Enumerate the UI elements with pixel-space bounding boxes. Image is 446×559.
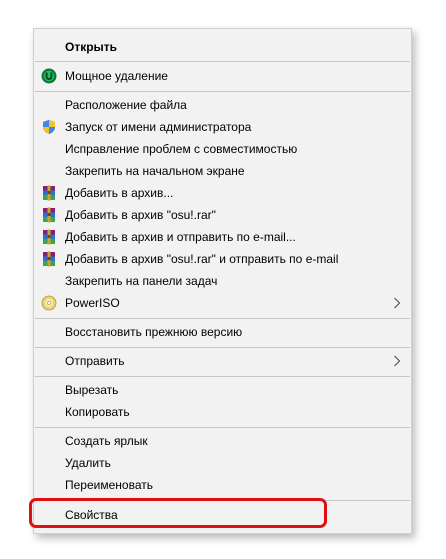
menu-separator [35, 427, 410, 428]
menu-item-add-to-archive-and-email[interactable]: Добавить в архив и отправить по e-mail..… [34, 226, 411, 248]
menu-item-label: Закрепить на панели задач [65, 274, 218, 288]
menu-item-add-to-osu-rar-and-email[interactable]: Добавить в архив "osu!.rar" и отправить … [34, 248, 411, 270]
menu-item-poweriso[interactable]: PowerISO [34, 292, 411, 314]
menu-separator [35, 318, 410, 319]
menu-item-pin-to-start[interactable]: Закрепить на начальном экране [34, 160, 411, 182]
menu-item-label: Расположение файла [65, 98, 187, 112]
winrar-icon [43, 251, 55, 267]
menu-item-pin-to-taskbar[interactable]: Закрепить на панели задач [34, 270, 411, 292]
menu-item-add-to-osu-rar[interactable]: Добавить в архив "osu!.rar" [34, 204, 411, 226]
chevron-right-icon [394, 355, 401, 367]
menu-item-label: Мощное удаление [65, 69, 168, 83]
menu-separator [35, 91, 410, 92]
menu-item-label: Закрепить на начальном экране [65, 164, 245, 178]
menu-item-cut[interactable]: Вырезать [34, 379, 411, 401]
menu-item-label: Вырезать [65, 383, 119, 397]
menu-item-rename[interactable]: Переименовать [34, 474, 411, 496]
menu-item-label: Исправление проблем с совместимостью [65, 142, 298, 156]
menu-item-label: Запуск от имени администратора [65, 120, 252, 134]
menu-item-delete[interactable]: Удалить [34, 452, 411, 474]
menu-item-file-location[interactable]: Расположение файла [34, 94, 411, 116]
menu-separator [35, 347, 410, 348]
menu-item-powerful-uninstall[interactable]: Мощное удаление [34, 65, 411, 87]
uninstaller-icon [41, 68, 57, 84]
menu-item-label: Удалить [65, 456, 111, 470]
menu-item-label: Переименовать [65, 478, 153, 492]
uac-shield-icon [43, 120, 55, 134]
menu-separator [35, 61, 410, 62]
menu-item-label: Добавить в архив "osu!.rar" [65, 208, 216, 222]
context-menu: Открыть Мощное удаление Расположение фай… [33, 28, 412, 534]
menu-item-copy[interactable]: Копировать [34, 401, 411, 423]
winrar-icon [43, 207, 55, 223]
menu-item-label: Добавить в архив "osu!.rar" и отправить … [65, 252, 339, 266]
chevron-right-icon [394, 297, 401, 309]
menu-item-create-shortcut[interactable]: Создать ярлык [34, 430, 411, 452]
winrar-icon [43, 185, 55, 201]
poweriso-icon [41, 295, 57, 311]
winrar-icon [43, 229, 55, 245]
menu-item-label: Отправить [65, 354, 125, 368]
menu-separator [35, 376, 410, 377]
properties-highlight-frame [29, 498, 327, 528]
menu-item-open[interactable]: Открыть [34, 36, 411, 58]
menu-item-label: Восстановить прежнюю версию [65, 325, 243, 339]
menu-item-restore-previous-version[interactable]: Восстановить прежнюю версию [34, 321, 411, 343]
menu-item-label: PowerISO [65, 296, 120, 310]
menu-item-run-as-admin[interactable]: Запуск от имени администратора [34, 116, 411, 138]
menu-item-label: Добавить в архив и отправить по e-mail..… [65, 230, 296, 244]
menu-item-label: Создать ярлык [65, 434, 148, 448]
menu-item-send-to[interactable]: Отправить [34, 350, 411, 372]
menu-item-add-to-archive[interactable]: Добавить в архив... [34, 182, 411, 204]
menu-item-label: Копировать [65, 405, 130, 419]
menu-item-label: Добавить в архив... [65, 186, 174, 200]
menu-item-troubleshoot-compatibility[interactable]: Исправление проблем с совместимостью [34, 138, 411, 160]
menu-item-label: Открыть [65, 40, 118, 54]
